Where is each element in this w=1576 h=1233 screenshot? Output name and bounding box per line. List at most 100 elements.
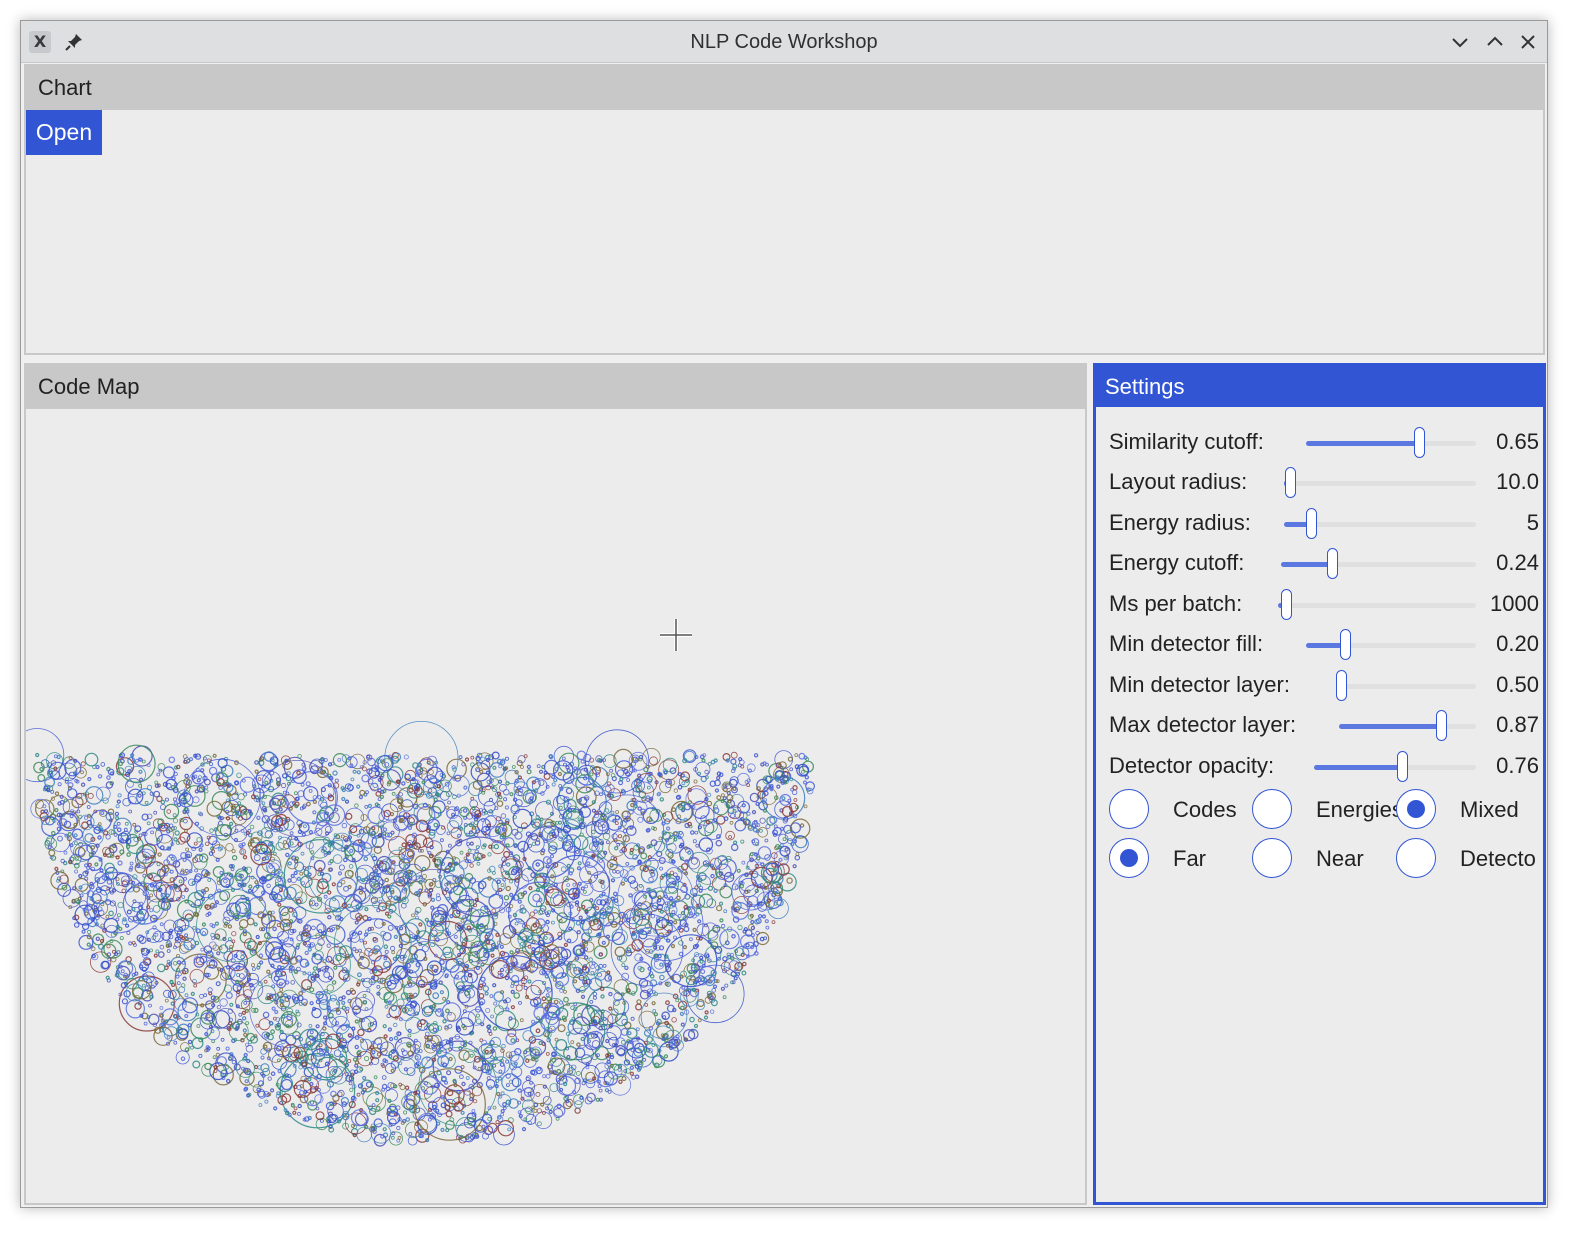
code-bubble: [391, 791, 396, 796]
title-bar[interactable]: X NLP Code Workshop: [21, 21, 1547, 63]
code-bubble: [634, 1064, 640, 1069]
code-bubble: [572, 979, 578, 984]
code-bubble: [469, 1053, 474, 1058]
code-bubble: [435, 792, 440, 797]
code-bubble: [208, 766, 218, 776]
code-bubble: [475, 1018, 482, 1025]
code-bubble: [79, 893, 84, 898]
code-bubble: [453, 935, 458, 939]
code-bubble: [263, 751, 275, 762]
code-bubble: [503, 964, 508, 969]
code-bubble: [198, 775, 202, 780]
code-bubble: [545, 1015, 550, 1020]
code-bubble: [158, 951, 165, 958]
code-bubble: [308, 1024, 313, 1028]
code-bubble: [296, 1022, 302, 1028]
code-bubble: [479, 983, 484, 988]
code-bubble: [141, 966, 148, 972]
code-bubble: [427, 1107, 433, 1112]
code-bubble: [317, 795, 322, 800]
code-bubble: [701, 758, 706, 763]
maximize-icon[interactable]: [1483, 30, 1507, 54]
code-bubble: [192, 796, 200, 804]
code-bubble: [155, 949, 160, 954]
code-bubble: [445, 1008, 450, 1014]
code-bubble: [286, 995, 292, 1000]
code-bubble: [240, 954, 245, 960]
code-bubble: [794, 753, 799, 758]
code-bubble: [538, 1040, 543, 1046]
code-bubble: [118, 926, 123, 932]
code-bubble: [493, 991, 504, 1002]
code-bubble: [538, 769, 544, 774]
code-bubble: [303, 1043, 308, 1049]
code-bubble: [545, 1073, 551, 1079]
code-bubble: [216, 951, 221, 956]
code-bubble: [511, 1077, 522, 1088]
code-bubble: [492, 1105, 497, 1110]
code-bubble: [692, 927, 697, 933]
code-bubble: [495, 932, 500, 938]
code-bubble: [239, 973, 245, 979]
code-bubble: [223, 878, 228, 884]
code-bubble: [621, 1039, 626, 1045]
code-bubble: [401, 781, 406, 786]
code-bubble: [532, 893, 541, 902]
code-bubble: [605, 1038, 610, 1044]
code-bubble: [180, 1056, 186, 1062]
code-bubble: [290, 980, 296, 985]
code-bubble: [658, 836, 663, 841]
code-bubble: [187, 1039, 193, 1045]
code-bubble: [515, 948, 521, 954]
code-bubble: [138, 833, 143, 838]
code-bubble: [500, 1108, 505, 1114]
code-bubble: [323, 971, 331, 979]
code-bubble: [401, 1049, 408, 1057]
code-bubble: [517, 899, 522, 904]
code-bubble: [187, 1023, 192, 1028]
code-bubble: [204, 841, 210, 846]
code-bubble: [244, 1008, 249, 1014]
code-bubble: [551, 782, 556, 787]
window-title: NLP Code Workshop: [690, 31, 878, 53]
code-bubble: [312, 799, 317, 804]
code-bubble: [563, 942, 569, 948]
code-bubble: [278, 807, 283, 812]
code-bubble: [298, 991, 304, 996]
code-bubble: [106, 775, 111, 780]
close-icon[interactable]: [1516, 30, 1540, 54]
code-bubble: [218, 944, 229, 954]
code-bubble: [149, 908, 154, 913]
code-bubble: [745, 943, 750, 948]
code-bubble: [757, 826, 768, 838]
code-bubble: [277, 902, 282, 907]
code-bubble: [386, 1013, 391, 1018]
code-bubble: [510, 989, 515, 995]
code-bubble: [267, 1076, 272, 1081]
code-bubble: [589, 1000, 594, 1004]
code-bubble: [181, 895, 186, 899]
minimize-icon[interactable]: [1448, 30, 1472, 54]
code-bubble: [115, 855, 120, 860]
code-bubble: [229, 1002, 234, 1007]
code-bubble: [87, 777, 92, 782]
code-bubble: [84, 911, 89, 916]
code-bubble: [78, 873, 83, 879]
code-bubble: [247, 888, 253, 893]
code-bubble: [589, 772, 594, 777]
code-bubble: [721, 793, 725, 798]
code-bubble: [495, 1010, 517, 1032]
code-map-canvas[interactable]: [26, 409, 1085, 1203]
code-bubble: [299, 871, 304, 876]
code-bubble: [108, 910, 114, 917]
code-bubble: [760, 862, 765, 867]
code-bubble: [322, 1026, 327, 1031]
open-button[interactable]: Open: [26, 110, 102, 155]
code-bubble: [579, 919, 591, 931]
code-bubble: [207, 878, 212, 882]
code-bubble: [648, 876, 654, 883]
code-bubble: [631, 779, 645, 793]
code-bubble: [600, 994, 605, 999]
code-bubble: [523, 754, 528, 759]
code-bubble: [586, 861, 591, 866]
